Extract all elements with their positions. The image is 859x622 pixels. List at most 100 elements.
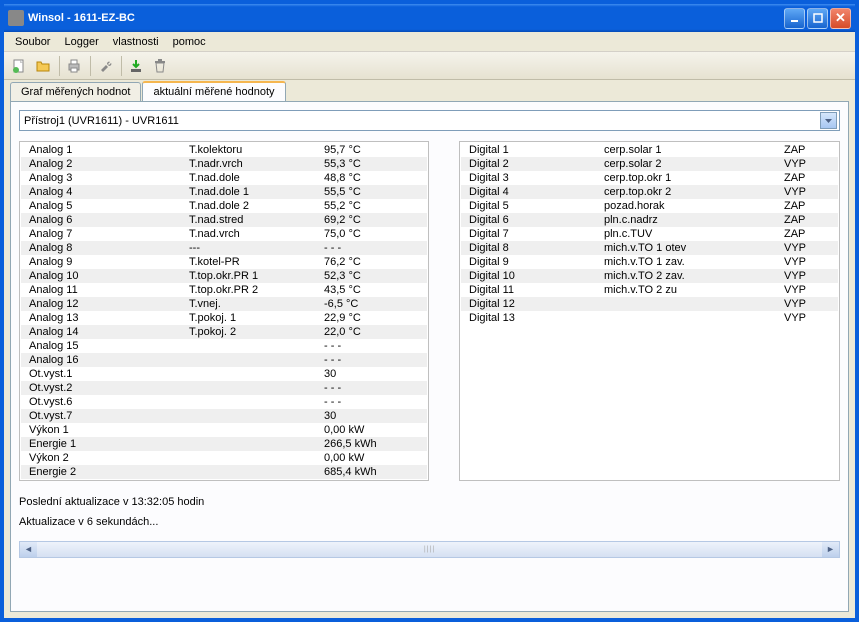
row-label: T.nadr.vrch [189, 158, 324, 170]
row-value: 30 [324, 368, 419, 380]
row-name: Digital 11 [469, 284, 604, 296]
row-label: mich.v.TO 1 otev [604, 242, 784, 254]
row-label: cerp.top.okr 2 [604, 186, 784, 198]
tab-graf[interactable]: Graf měřených hodnot [10, 82, 141, 101]
menu-logger[interactable]: Logger [57, 34, 105, 50]
row-value: 55,2 °C [324, 200, 419, 212]
row-value: ZAP [784, 144, 830, 156]
scroll-left-icon[interactable]: ◄ [20, 542, 37, 557]
row-value: - - - [324, 242, 419, 254]
row-value: VYP [784, 284, 830, 296]
row-name: Digital 9 [469, 256, 604, 268]
status-last-update: Poslední aktualizace v 13:32:05 hodin [19, 493, 840, 513]
row-label: mich.v.TO 1 zav. [604, 256, 784, 268]
close-button[interactable]: ✕ [830, 8, 851, 29]
row-name: Digital 10 [469, 270, 604, 282]
row-name: Výkon 2 [29, 452, 189, 464]
row-name: Digital 4 [469, 186, 604, 198]
trash-icon[interactable] [149, 55, 171, 77]
minimize-button[interactable] [784, 8, 805, 29]
new-file-icon[interactable] [8, 55, 30, 77]
digital-row: Digital 9mich.v.TO 1 zav.VYP [461, 255, 838, 269]
download-icon[interactable] [125, 55, 147, 77]
analog-row: Ot.vyst.2- - - [21, 381, 427, 395]
scroll-right-icon[interactable]: ► [822, 542, 839, 557]
digital-row: Digital 13VYP [461, 311, 838, 325]
analog-row: Analog 6T.nad.stred69,2 °C [21, 213, 427, 227]
row-label: pozad.horak [604, 200, 784, 212]
row-name: Digital 8 [469, 242, 604, 254]
row-value: VYP [784, 158, 830, 170]
analog-row: Výkon 10,00 kW [21, 423, 427, 437]
analog-row: Energie 2685,4 kWh [21, 465, 427, 479]
row-name: Analog 4 [29, 186, 189, 198]
row-value: VYP [784, 270, 830, 282]
row-value: - - - [324, 396, 419, 408]
row-label: T.top.okr.PR 2 [189, 284, 324, 296]
row-name: Ot.vyst.2 [29, 382, 189, 394]
row-value: 95,7 °C [324, 144, 419, 156]
row-label: mich.v.TO 2 zav. [604, 270, 784, 282]
dropdown-value: Přístroj1 (UVR1611) - UVR1611 [24, 115, 820, 127]
tab-aktualni[interactable]: aktuální měřené hodnoty [142, 81, 285, 101]
row-name: Analog 12 [29, 298, 189, 310]
digital-row: Digital 6pln.c.nadrzZAP [461, 213, 838, 227]
analog-row: Ot.vyst.1 30 [21, 367, 427, 381]
row-name: Analog 16 [29, 354, 189, 366]
open-folder-icon[interactable] [32, 55, 54, 77]
content-area: Přístroj1 (UVR1611) - UVR1611 Analog 1T.… [10, 101, 849, 612]
row-label: T.kolektoru [189, 144, 324, 156]
row-label: T.nad.dole 1 [189, 186, 324, 198]
settings-wrench-icon[interactable] [94, 55, 116, 77]
row-label: pln.c.TUV [604, 228, 784, 240]
row-value: ZAP [784, 228, 830, 240]
row-value: VYP [784, 242, 830, 254]
titlebar: Winsol - 1611-EZ-BC ✕ [4, 4, 855, 32]
analog-row: Analog 7T.nad.vrch75,0 °C [21, 227, 427, 241]
row-label: T.pokoj. 1 [189, 312, 324, 324]
dropdown-arrow-icon[interactable] [820, 112, 837, 129]
row-name: Digital 5 [469, 200, 604, 212]
row-value: 685,4 kWh [324, 466, 419, 478]
analog-row: Energie 1266,5 kWh [21, 437, 427, 451]
digital-panel: Digital 1cerp.solar 1ZAPDigital 2cerp.so… [459, 141, 840, 481]
row-value: VYP [784, 256, 830, 268]
row-label: T.top.okr.PR 1 [189, 270, 324, 282]
row-value: - - - [324, 354, 419, 366]
app-icon [8, 10, 24, 26]
analog-row: Analog 14T.pokoj. 222,0 °C [21, 325, 427, 339]
maximize-button[interactable] [807, 8, 828, 29]
scroll-track[interactable]: |||| [37, 546, 822, 553]
row-name: Analog 15 [29, 340, 189, 352]
analog-row: Analog 8---- - - [21, 241, 427, 255]
row-value: -6,5 °C [324, 298, 419, 310]
analog-row: Analog 5T.nad.dole 255,2 °C [21, 199, 427, 213]
row-value: 55,5 °C [324, 186, 419, 198]
row-label: T.nad.vrch [189, 228, 324, 240]
analog-row: Analog 15- - - [21, 339, 427, 353]
row-label: pln.c.nadrz [604, 214, 784, 226]
row-label: T.nad.dole 2 [189, 200, 324, 212]
toolbar [4, 52, 855, 80]
row-value: 69,2 °C [324, 214, 419, 226]
device-dropdown[interactable]: Přístroj1 (UVR1611) - UVR1611 [19, 110, 840, 131]
digital-row: Digital 5pozad.horakZAP [461, 199, 838, 213]
row-value: VYP [784, 186, 830, 198]
menu-soubor[interactable]: Soubor [8, 34, 57, 50]
status-area: Poslední aktualizace v 13:32:05 hodin Ak… [19, 493, 840, 533]
menu-pomoc[interactable]: pomoc [166, 34, 213, 50]
row-name: Analog 10 [29, 270, 189, 282]
row-name: Analog 14 [29, 326, 189, 338]
tabbar: Graf měřených hodnot aktuální měřené hod… [4, 80, 855, 101]
row-value: VYP [784, 312, 830, 324]
digital-row: Digital 8mich.v.TO 1 otevVYP [461, 241, 838, 255]
row-value: 0,00 kW [324, 424, 419, 436]
analog-row: Analog 3T.nad.dole48,8 °C [21, 171, 427, 185]
menu-vlastnosti[interactable]: vlastnosti [106, 34, 166, 50]
row-name: Analog 1 [29, 144, 189, 156]
horizontal-scrollbar[interactable]: ◄ |||| ► [19, 541, 840, 558]
digital-row: Digital 3cerp.top.okr 1ZAP [461, 171, 838, 185]
row-name: Ot.vyst.1 [29, 368, 189, 380]
row-label: T.nad.stred [189, 214, 324, 226]
print-icon[interactable] [63, 55, 85, 77]
